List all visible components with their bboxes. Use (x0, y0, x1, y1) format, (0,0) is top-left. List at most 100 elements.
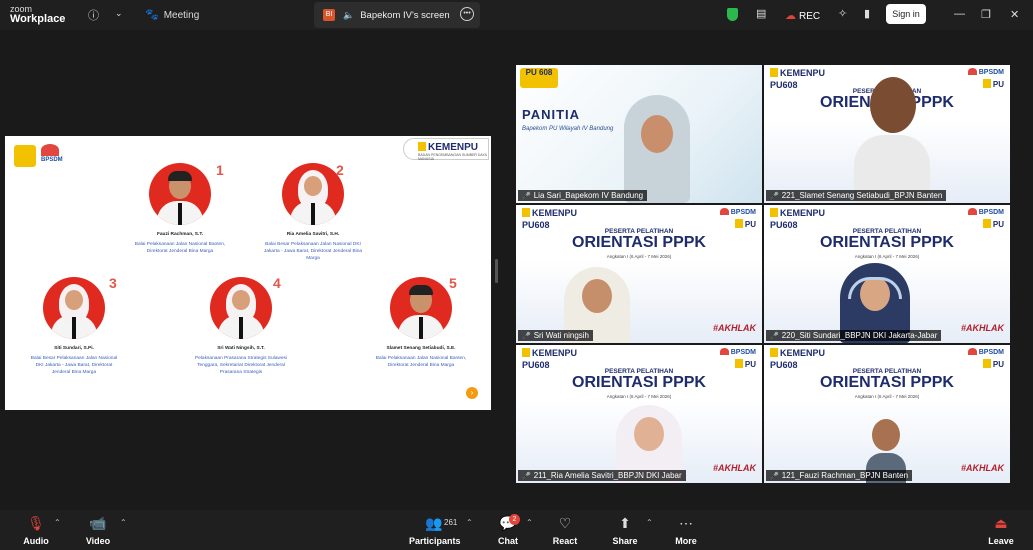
screen-tab-label: Bapekom IV's screen (360, 9, 450, 21)
screen-owner-badge: BI (323, 9, 335, 21)
bpsdm-label: BPSDM (967, 68, 1004, 76)
kemenpu-text: KEMENPU (532, 348, 578, 358)
video-label: Video (85, 536, 111, 546)
chevron-down-icon[interactable]: ⌄ (115, 8, 123, 19)
chat-label: Chat (498, 536, 518, 546)
kemenpu-label: KEMENPU (770, 68, 825, 78)
split-view-handle[interactable] (495, 259, 498, 283)
video-tile-lia-sari[interactable]: PU 608 PANITIA Bapekom PU Wilayah IV Ban… (516, 65, 762, 203)
participant-name: Ria Amelia Savitri, S.H. (286, 232, 340, 237)
bpsdm-label: BPSDM (719, 348, 756, 356)
share-options-caret-icon[interactable]: ⌃ (646, 518, 653, 527)
angkatan-label: Angkatan I (6 April - 7 Mei 2026) (606, 254, 672, 259)
kemenpu-text: KEMENPU (780, 348, 826, 358)
minimize-icon[interactable]: — (954, 8, 965, 20)
ai-companion-icon[interactable]: ✧ (838, 7, 847, 20)
bpsdm-text: BPSDM (730, 349, 756, 356)
avatar (149, 163, 211, 225)
participant-name: 121_Fauzi Rachman_BPJN Banten (781, 471, 909, 480)
recording-indicator[interactable]: ☁ REC (785, 9, 820, 22)
info-icon[interactable]: ⓘ (88, 7, 99, 23)
brand-bottom: Workplace (10, 13, 66, 25)
video-tile-sri-wati[interactable]: KEMENPU PU608 BPSDM PU PESERTA PELATIHAN… (516, 205, 762, 343)
video-tile-fauzi[interactable]: KEMENPU PU608 BPSDM PU PESERTA PELATIHAN… (764, 345, 1010, 483)
video-tile-siti-sundari[interactable]: KEMENPU PU608 BPSDM PU PESERTA PELATIHAN… (764, 205, 1010, 343)
rec-label: REC (799, 11, 821, 22)
participant-card-1: Fauzi Rachman, S.T. Balai Pelaksanaan Ja… (133, 163, 227, 255)
paw-icon: 🐾 (145, 9, 159, 21)
video-tile-slamet[interactable]: KEMENPU PU608 BPSDM PU PESERTA PELATIHAN… (764, 65, 1010, 203)
share-button[interactable]: ⬆ Share (611, 514, 639, 546)
next-slide-icon[interactable]: › (466, 387, 478, 399)
participants-count: 261 (444, 518, 458, 527)
leave-button[interactable]: ⏏ Leave (986, 514, 1016, 546)
akhlak-label: #AKHLAK (712, 463, 756, 473)
angkatan-label: Angkatan I (6 April - 7 Mei 2026) (854, 254, 920, 259)
audio-options-caret-icon[interactable]: ⌃ (54, 518, 61, 527)
video-tile-ria-amelia[interactable]: KEMENPU PU608 BPSDM PU PESERTA PELATIHAN… (516, 345, 762, 483)
speaker-icon: 🔈 (343, 9, 355, 20)
more-button[interactable]: ⋯ More (672, 514, 700, 546)
meeting-label: Meeting (163, 10, 200, 21)
participant-number: 5 (449, 275, 457, 291)
restore-icon[interactable]: ❐ (981, 8, 991, 21)
bpsdm-label: BPSDM (967, 348, 1004, 356)
sign-in-button[interactable]: Sign in (886, 4, 926, 24)
react-button[interactable]: ♡ React (551, 514, 579, 546)
notes-icon[interactable]: ▤ (756, 7, 766, 20)
participant-name: Sri Wati Ningsih, S.T. (217, 346, 265, 351)
sidebar-toggle-icon[interactable]: ▮ (864, 7, 870, 20)
more-icon: ⋯ (679, 515, 693, 531)
audio-button[interactable]: 🎙 Audio (22, 514, 50, 546)
participants-label: Participants (409, 536, 461, 546)
chat-options-caret-icon[interactable]: ⌃ (526, 518, 533, 527)
mic-muted-icon: 🎤 (770, 193, 779, 200)
bpsdm-label: BPSDM (41, 157, 63, 163)
share-label: Share (612, 536, 638, 546)
participant-nameplate: 🎤 211_Ria Amelia Savitri_BBPJN DKI Jabar (518, 470, 686, 481)
chat-unread-badge: 2 (509, 514, 520, 525)
shared-screen-content: BPSDM KEMENPU BADAN PENGEMBANGAN SUMBER … (5, 136, 491, 410)
akhlak-label: #AKHLAK (960, 323, 1004, 333)
mic-muted-icon: 🎤 (522, 473, 531, 480)
participant-number: 1 (216, 162, 224, 178)
more-options-icon[interactable]: ••• (460, 7, 474, 21)
bpsdm-text: BPSDM (978, 349, 1004, 356)
kemenpu-label: KEMENPU (770, 208, 825, 218)
participant-name: Fauzi Rachman, S.T. (156, 232, 204, 237)
pu608-badge-label: PU 608 (525, 68, 553, 77)
participant-unit: Balai Pelaksanaan Jalan Nasional Banten,… (134, 242, 226, 254)
mic-muted-icon: 🎤 (522, 193, 531, 200)
avatar (282, 163, 344, 225)
participant-name: Siti Sundari, S.Pi. (54, 346, 94, 351)
bpsdm-text: BPSDM (730, 209, 756, 216)
encryption-shield-icon[interactable] (727, 8, 738, 21)
bpsdm-logo: BPSDM (41, 144, 63, 163)
participant-number: 2 (336, 162, 344, 178)
tab-meeting[interactable]: 🐾 Meeting (145, 8, 199, 21)
bpsdm-label: BPSDM (719, 208, 756, 216)
participant-name: Slamet Senang Setiabudi, S.E. (386, 346, 456, 351)
video-off-icon: 📹 (89, 515, 107, 531)
avatar (390, 277, 452, 339)
cloud-record-icon: ☁ (785, 10, 796, 22)
panitia-title: PANITIA (522, 107, 581, 122)
participants-options-caret-icon[interactable]: ⌃ (466, 518, 473, 527)
orientasi-title: ORIENTASI PPPK (820, 234, 954, 251)
participant-unit: Balai Besar Pelaksanaan Jalan Nasional D… (30, 356, 118, 375)
zoom-workplace-logo: zoom Workplace (10, 4, 66, 25)
participant-name: Lia Sari_Bapekom IV Bandung (533, 191, 644, 200)
meeting-controls: 🎙 Audio ⌃ 📹 Video ⌃ 👥 Participants 261 ⌃… (0, 510, 1033, 550)
video-button[interactable]: 📹 Video (84, 514, 112, 546)
akhlak-label: #AKHLAK (960, 463, 1004, 473)
mic-muted-icon: 🎤 (770, 473, 779, 480)
kemenpu-text: KEMENPU (780, 68, 826, 78)
mic-muted-icon: 🎤 (770, 333, 779, 340)
video-options-caret-icon[interactable]: ⌃ (120, 518, 127, 527)
participant-card-2: Ria Amelia Savitri, S.H. Balai Besar Pel… (261, 163, 365, 262)
pu608-badge: PU 608 (520, 68, 558, 88)
close-icon[interactable]: ✕ (1010, 8, 1019, 21)
orientasi-title: ORIENTASI PPPK (572, 234, 706, 251)
tab-shared-screen[interactable]: BI 🔈 Bapekom IV's screen ••• (314, 2, 480, 28)
share-screen-icon: ⬆ (619, 515, 631, 531)
